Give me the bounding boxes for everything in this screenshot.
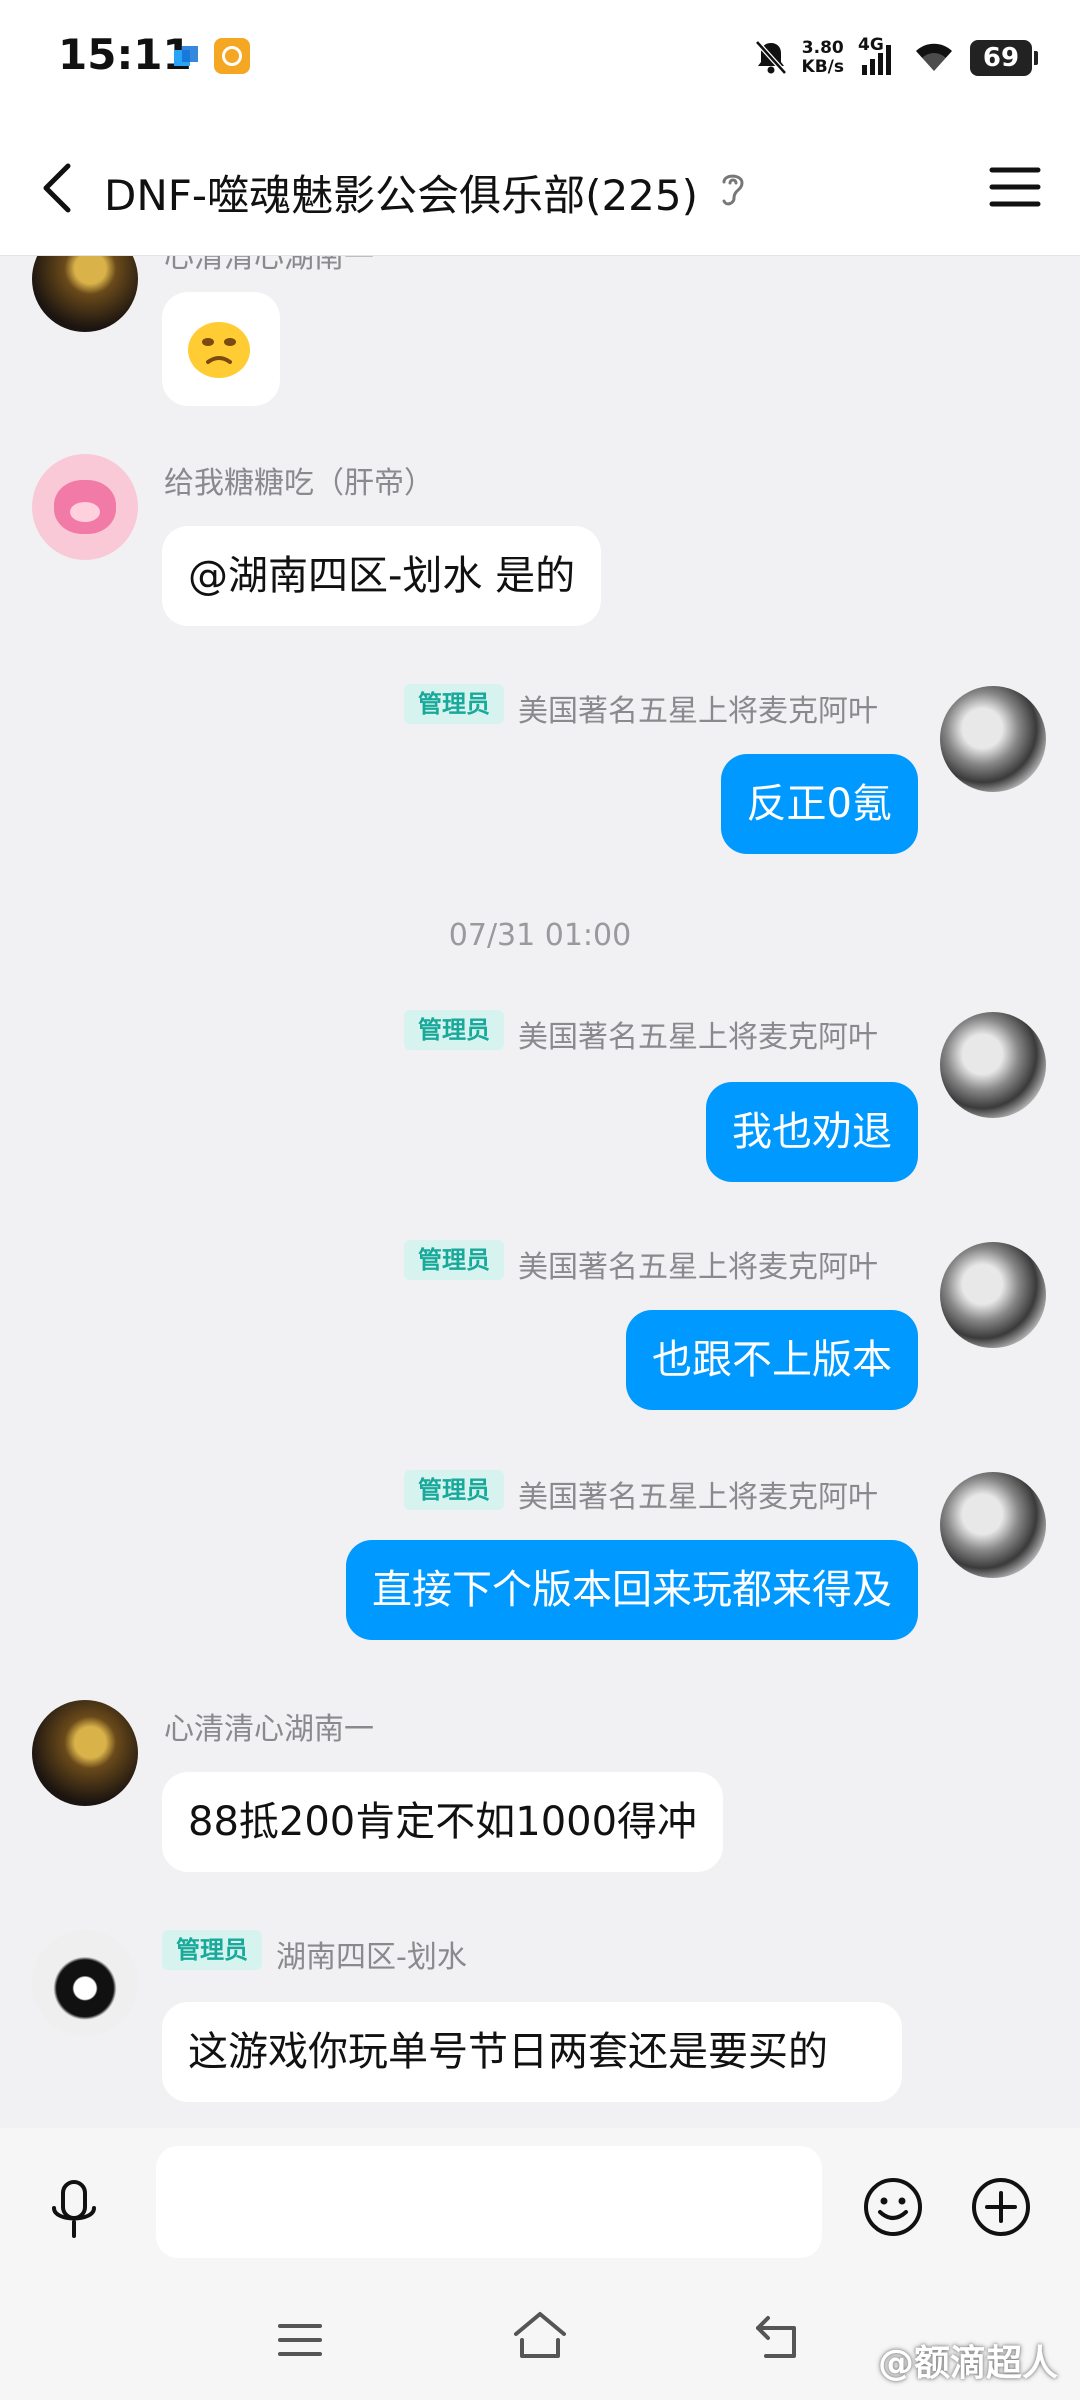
- cellular-signal-icon: 4G: [858, 35, 898, 77]
- message-input[interactable]: [156, 2146, 822, 2258]
- network-speed-value: 3.80: [801, 38, 844, 58]
- message-bubble[interactable]: 我也劝退: [706, 1082, 918, 1182]
- admin-badge: 管理员: [162, 1930, 262, 1970]
- admin-badge: 管理员: [404, 1010, 504, 1050]
- plus-icon[interactable]: [970, 2176, 1032, 2238]
- recent-apps-icon[interactable]: [276, 2320, 324, 2360]
- wifi-icon: [916, 43, 952, 71]
- sad-face-emoji-icon: [188, 322, 250, 378]
- admin-badge: 管理员: [404, 1240, 504, 1280]
- avatar[interactable]: [32, 454, 138, 560]
- menu-icon[interactable]: [988, 164, 1042, 210]
- watermark: @额滴超人: [877, 2343, 1058, 2384]
- microphone-icon[interactable]: [46, 2178, 102, 2242]
- network-speed-unit: KB/s: [801, 57, 844, 77]
- admin-badge: 管理员: [404, 1470, 504, 1510]
- avatar[interactable]: [940, 686, 1046, 792]
- app-notification-icon: [174, 46, 198, 66]
- sender-name: 心清清心湖南一: [164, 256, 374, 275]
- back-nav-icon[interactable]: [752, 2308, 808, 2364]
- message-bubble[interactable]: 88抵200肯定不如1000得冲: [162, 1772, 724, 1872]
- avatar[interactable]: [940, 1472, 1046, 1578]
- sender-name: 心清清心湖南一: [164, 1712, 374, 1747]
- emoji-icon[interactable]: [862, 2176, 924, 2238]
- sender-name: 美国著名五星上将麦克阿叶: [518, 1250, 878, 1285]
- app-notification-icon-2: [214, 38, 250, 74]
- earpiece-mode-icon: [722, 174, 744, 206]
- message-bubble[interactable]: 直接下个版本回来玩都来得及: [346, 1540, 918, 1640]
- input-bar: [0, 2128, 1080, 2274]
- avatar[interactable]: [32, 256, 138, 332]
- avatar[interactable]: [32, 1930, 138, 2036]
- message-bubble[interactable]: @湖南四区-划水 是的: [162, 526, 602, 626]
- emoji-message-bubble[interactable]: [162, 292, 280, 406]
- status-bar: 15:11 3.80 KB/s 4G 69: [0, 0, 1080, 118]
- group-title[interactable]: DNF-噬魂魅影公会俱乐部(225): [104, 162, 698, 223]
- sender-name: 美国著名五星上将麦克阿叶: [518, 1020, 878, 1055]
- message-bubble[interactable]: 这游戏你玩单号节日两套还是要买的: [162, 2002, 902, 2102]
- avatar[interactable]: [940, 1012, 1046, 1118]
- network-speed: 3.80 KB/s: [802, 39, 844, 77]
- status-icons: 3.80 KB/s 4G 69: [754, 35, 1038, 80]
- sender-name: 美国著名五星上将麦克阿叶: [518, 694, 878, 729]
- message-bubble[interactable]: 也跟不上版本: [626, 1310, 918, 1410]
- chat-header: DNF-噬魂魅影公会俱乐部(225): [0, 118, 1080, 256]
- avatar[interactable]: [940, 1242, 1046, 1348]
- battery-indicator: 69: [970, 40, 1038, 76]
- system-nav-bar: @额滴超人: [0, 2274, 1080, 2400]
- sender-name: 美国著名五星上将麦克阿叶: [518, 1480, 878, 1515]
- sender-name: 湖南四区-划水: [276, 1940, 467, 1975]
- back-arrow-icon[interactable]: [34, 158, 86, 218]
- message-bubble[interactable]: 反正0氪: [720, 754, 918, 854]
- admin-badge: 管理员: [404, 684, 504, 724]
- sender-name: 给我糖糖吃（肝帝）: [164, 466, 434, 501]
- home-icon[interactable]: [510, 2310, 570, 2362]
- timestamp: 07/31 01:00: [448, 918, 632, 953]
- avatar[interactable]: [32, 1700, 138, 1806]
- message-list[interactable]: 心清清心湖南一 给我糖糖吃（肝帝） @湖南四区-划水 是的 管理员 美国著名五星…: [0, 256, 1080, 2128]
- mute-bell-icon: [754, 40, 787, 75]
